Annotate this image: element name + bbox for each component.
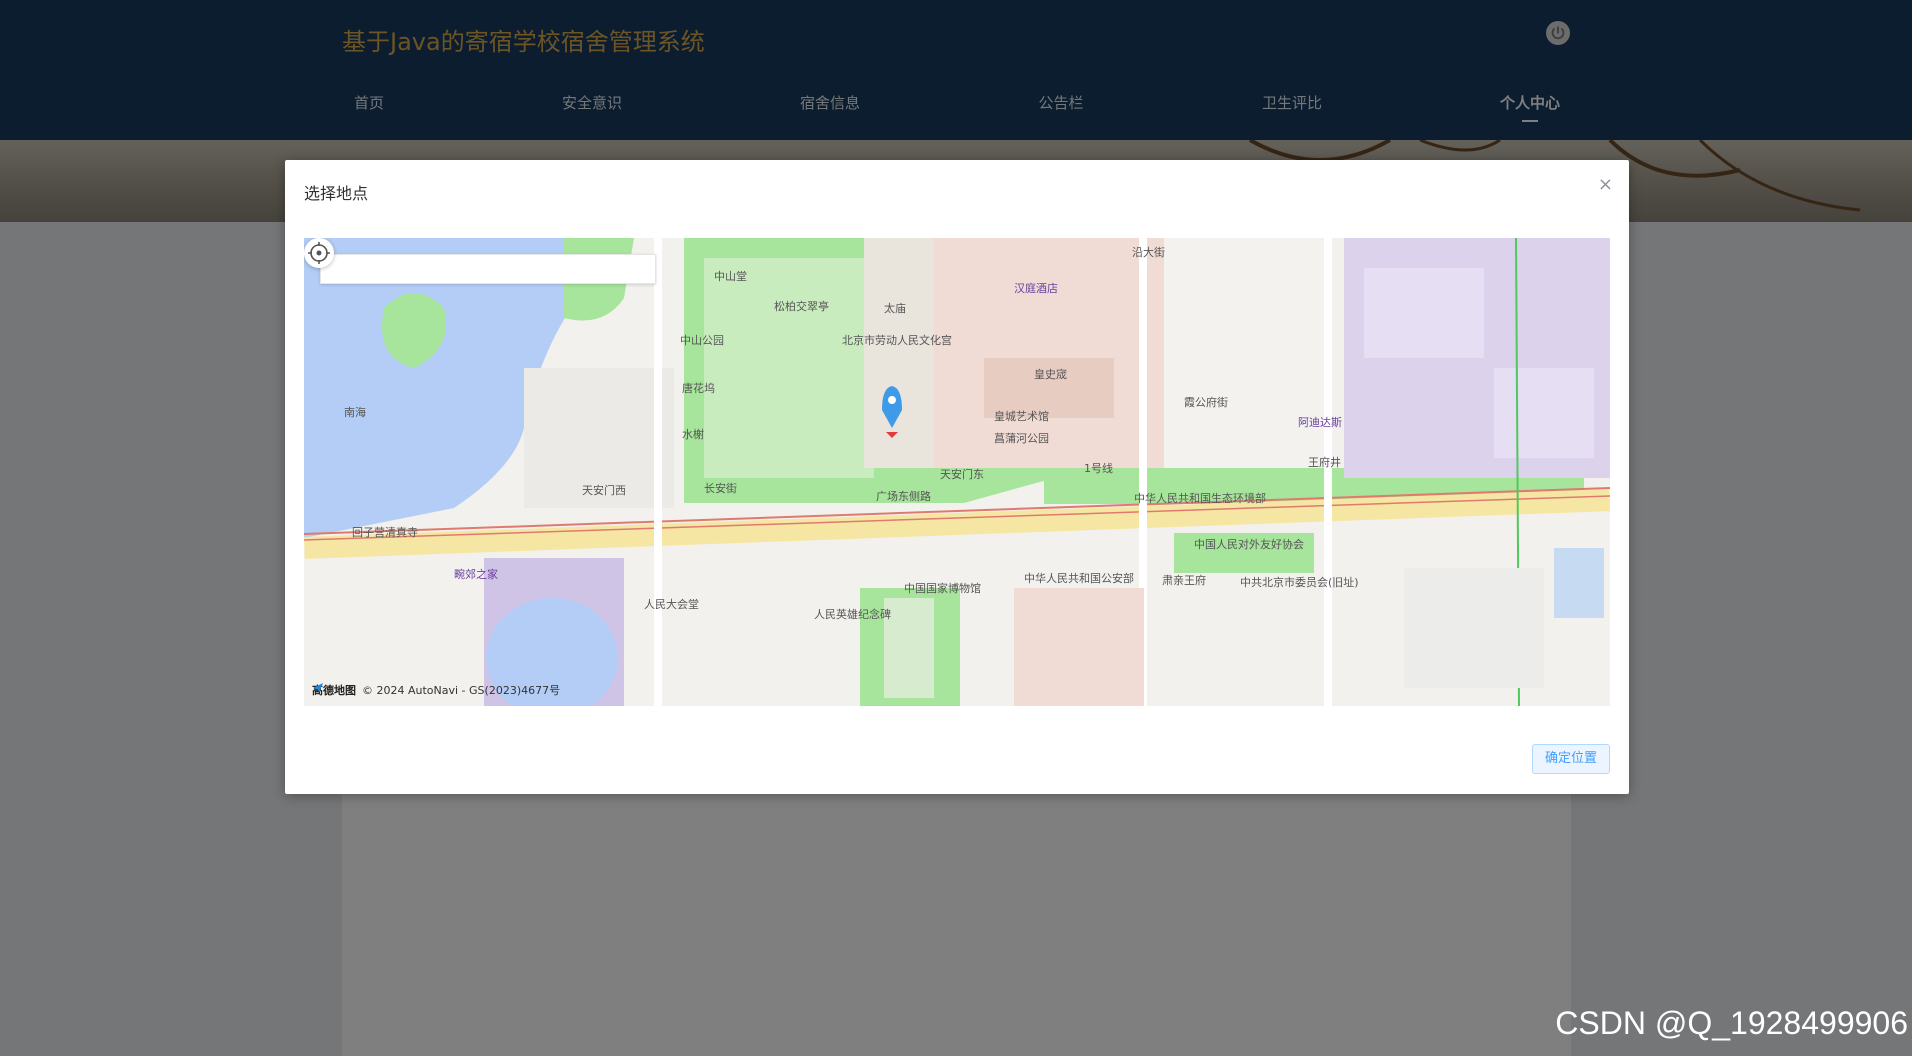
- amap-logo: 高德地图: [312, 682, 356, 698]
- map-label[interactable]: 中华人民共和国生态环境部: [1134, 490, 1266, 506]
- map-label[interactable]: 北京市劳动人民文化宫: [842, 332, 952, 348]
- map-attribution: 高德地图 © 2024 AutoNavi - GS(2023)4677号: [312, 682, 560, 698]
- map-label[interactable]: 南海: [344, 404, 366, 420]
- map-label[interactable]: 皇城艺术馆: [994, 408, 1049, 424]
- dialog-title: 选择地点: [304, 184, 369, 203]
- map-label[interactable]: 1号线: [1084, 460, 1113, 476]
- map-label[interactable]: 天安门东: [940, 466, 984, 482]
- map-label[interactable]: 沿大街: [1132, 244, 1165, 260]
- map-copyright: © 2024 AutoNavi - GS(2023)4677号: [362, 684, 561, 697]
- csdn-watermark: CSDN @Q_1928499906: [1555, 1005, 1908, 1041]
- map-label[interactable]: 中共北京市委员会(旧址): [1240, 574, 1359, 590]
- map-label[interactable]: 回子营清真寺: [352, 524, 418, 540]
- map-label[interactable]: 王府井: [1308, 454, 1341, 470]
- map-label[interactable]: 中山公园: [680, 332, 724, 348]
- map-label[interactable]: 菖蒲河公园: [994, 430, 1049, 446]
- map-label[interactable]: 人民英雄纪念碑: [814, 606, 891, 622]
- map-label[interactable]: 松柏交翠亭: [774, 298, 829, 314]
- map-label[interactable]: 中国国家博物馆: [904, 580, 981, 596]
- confirm-location-button[interactable]: 确定位置: [1531, 744, 1610, 774]
- map-label[interactable]: 肃亲王府: [1162, 572, 1206, 588]
- map-label[interactable]: 中山堂: [714, 268, 747, 284]
- map-label[interactable]: 中国人民对外友好协会: [1194, 536, 1304, 552]
- map-label[interactable]: 皇史宬: [1034, 366, 1067, 382]
- map-label[interactable]: 畹郊之家: [454, 566, 498, 582]
- select-location-dialog: 选择地点 × 高德地图 © 2024 AutoNavi - GS(2023)46…: [285, 160, 1629, 794]
- map-view[interactable]: 高德地图 © 2024 AutoNavi - GS(2023)4677号 中山堂…: [304, 238, 1610, 706]
- map-label[interactable]: 天安门西: [582, 482, 626, 498]
- map-label[interactable]: 霞公府街: [1184, 394, 1228, 410]
- map-label[interactable]: 中华人民共和国公安部: [1024, 570, 1134, 586]
- map-label[interactable]: 人民大会堂: [644, 596, 699, 612]
- map-label[interactable]: 水榭: [682, 426, 704, 442]
- close-icon[interactable]: ×: [1598, 176, 1613, 194]
- map-label[interactable]: 太庙: [884, 300, 906, 316]
- map-label[interactable]: 广场东侧路: [876, 488, 931, 504]
- crosshair-icon[interactable]: [304, 238, 334, 268]
- map-label[interactable]: 阿迪达斯: [1298, 414, 1342, 430]
- amap-logo-icon: [313, 683, 323, 693]
- map-label[interactable]: 长安街: [704, 480, 737, 496]
- map-label[interactable]: 汉庭酒店: [1014, 280, 1058, 296]
- map-label[interactable]: 唐花坞: [682, 380, 715, 396]
- map-search-input[interactable]: [320, 254, 656, 284]
